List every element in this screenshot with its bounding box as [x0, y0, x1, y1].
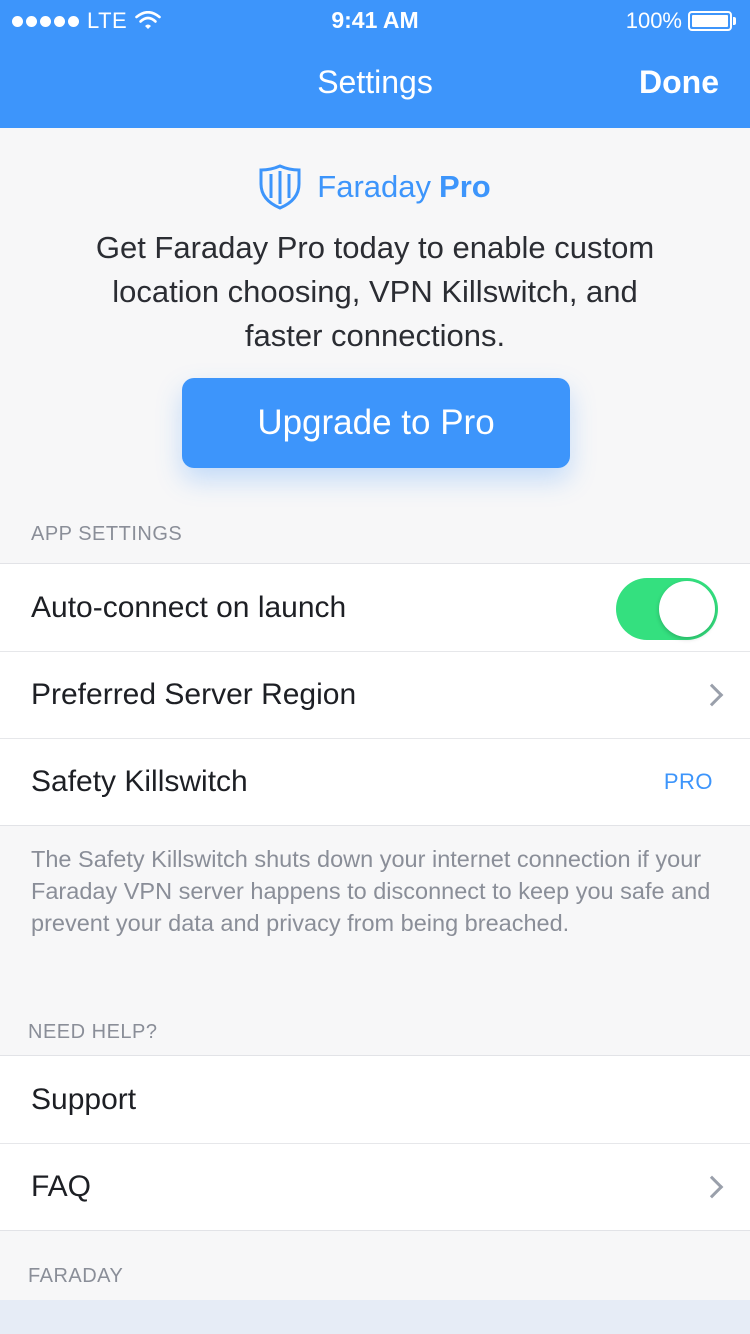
safety-killswitch-row[interactable]: Safety Killswitch PRO	[0, 738, 750, 825]
help-group: Support FAQ	[0, 1055, 750, 1231]
brand-logo: Faraday Pro	[0, 164, 750, 210]
app-settings-group: Auto-connect on launch Preferred Server …	[0, 563, 750, 826]
page-title: Settings	[317, 64, 433, 100]
shield-icon	[259, 164, 301, 210]
navigation-header: LTE 9:41 AM 100% Settings Done	[0, 0, 750, 128]
brand-tier: Pro	[439, 169, 491, 204]
auto-connect-toggle[interactable]	[616, 578, 718, 640]
done-button[interactable]: Done	[639, 64, 719, 101]
brand-name: Faraday	[317, 169, 432, 204]
killswitch-label: Safety Killswitch	[31, 765, 248, 798]
support-label: Support	[31, 1082, 137, 1116]
bottom-group-edge	[0, 1300, 750, 1334]
chevron-right-icon	[700, 1175, 724, 1199]
server-region-label: Preferred Server Region	[31, 678, 357, 711]
auto-connect-row[interactable]: Auto-connect on launch	[0, 564, 750, 651]
chevron-right-icon	[700, 683, 724, 707]
preferred-server-region-row[interactable]: Preferred Server Region	[0, 651, 750, 738]
faq-row[interactable]: FAQ	[0, 1143, 750, 1230]
support-row[interactable]: Support	[0, 1056, 750, 1143]
section-header-faraday: FARADAY	[28, 1265, 124, 1287]
faq-label: FAQ	[31, 1170, 92, 1203]
upgrade-to-pro-button[interactable]: Upgrade to Pro	[182, 378, 570, 468]
battery-percentage: 100%	[625, 8, 682, 33]
section-header-app-settings: APP SETTINGS	[31, 523, 183, 545]
battery-icon	[688, 11, 732, 31]
battery-tip	[733, 17, 736, 25]
pro-badge: PRO	[663, 769, 713, 794]
section-header-need-help: NEED HELP?	[28, 1021, 158, 1043]
status-bar: LTE 9:41 AM 100%	[0, 0, 750, 40]
killswitch-footnote: The Safety Killswitch shuts down your in…	[31, 846, 711, 936]
status-right: 100%	[626, 8, 736, 34]
toggle-knob	[659, 581, 715, 637]
auto-connect-label: Auto-connect on launch	[31, 590, 347, 624]
promo-description: Get Faraday Pro today to enable custom l…	[95, 230, 655, 353]
pro-promo-section: Faraday Pro Get Faraday Pro today to ena…	[0, 128, 750, 518]
